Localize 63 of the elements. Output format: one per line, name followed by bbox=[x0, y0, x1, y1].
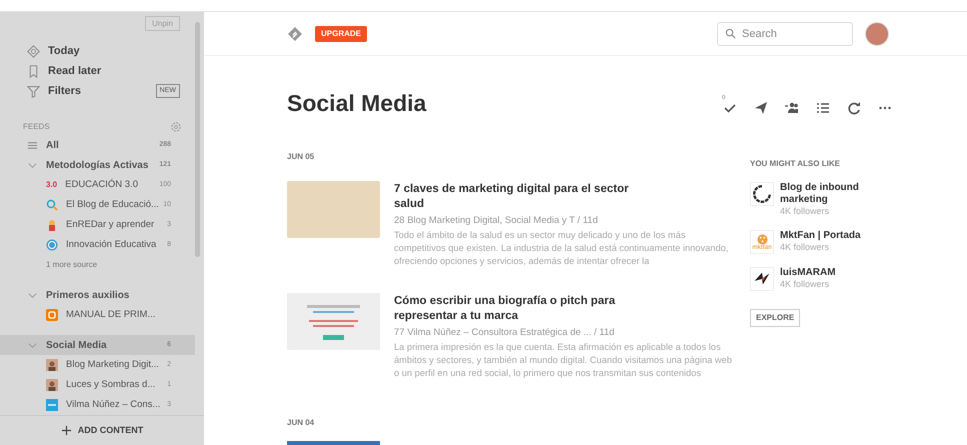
more-sources-link[interactable]: 1 more source bbox=[0, 255, 204, 275]
webpage-thumbnail[interactable] bbox=[287, 293, 380, 350]
source-name[interactable]: Blog Marketing Digital, Social Media y T bbox=[407, 215, 575, 226]
person-icon bbox=[46, 359, 58, 371]
refresh-icon[interactable] bbox=[847, 101, 861, 115]
ring-logo-icon[interactable] bbox=[750, 182, 774, 206]
settings-icon[interactable] bbox=[170, 121, 182, 133]
today-link[interactable]: Today bbox=[48, 42, 80, 60]
article-title[interactable]: Cómo escribir una biografía o pitch para representar a tu marca bbox=[394, 294, 639, 324]
filter-link[interactable]: Filters bbox=[48, 82, 82, 100]
avatar[interactable] bbox=[865, 22, 889, 46]
source-name[interactable]: Blog de inbound marketing bbox=[780, 182, 900, 206]
flower-icon bbox=[756, 234, 768, 245]
article-title[interactable]: 7 claves de marketing digital para el sector salud bbox=[394, 182, 639, 212]
source-link[interactable]: El Blog de Educació... bbox=[66, 198, 159, 212]
source-link[interactable]: Innovación Educativa bbox=[66, 238, 156, 252]
article-snippet: La primera impresión es la que cuenta. Esta afirmación es aplicable a todos los ámbitos y sectores, y también al mundo digital. Cuando visitamos una página web o un perfil en una red social, lo primero que nos transmitan sus contenidos bbox=[394, 341, 733, 380]
person-icon bbox=[46, 379, 58, 391]
list-icon[interactable] bbox=[816, 101, 830, 115]
explore-button[interactable]: EXPLORE bbox=[750, 309, 800, 327]
search-field[interactable]: Search bbox=[717, 22, 853, 46]
follower-count: 4K followers bbox=[780, 206, 830, 217]
send-icon[interactable] bbox=[754, 101, 768, 115]
plus-icon bbox=[60, 425, 72, 436]
source-link[interactable]: Vilma Núñez – Cons... bbox=[66, 398, 160, 412]
cartoon-icon bbox=[46, 219, 58, 231]
bookmark-link[interactable]: Read later bbox=[48, 62, 102, 80]
feed-logo-text: 3.0 bbox=[46, 179, 58, 191]
menu-icon bbox=[27, 140, 38, 150]
article-snippet: Todo el ámbito de la salud es un sector muy delicado y uno de los más competitivos que existen. La industria de la salud está continuamente innovando, ofreciendo opciones y servicios, además de intentar ofrecer la bbox=[394, 229, 730, 268]
source-link[interactable]: MANUAL DE PRIM... bbox=[66, 308, 156, 322]
bookmark-icon bbox=[27, 64, 40, 78]
engagement-count: 28 bbox=[394, 215, 405, 226]
source-link[interactable]: EDUCACIÓN 3.0 bbox=[65, 178, 138, 192]
follower-count: 4K followers bbox=[780, 242, 830, 253]
source-name[interactable]: Vilma Núñez – Consultora Estratégica de ... bbox=[407, 327, 592, 338]
date-heading: JUN 04 bbox=[287, 418, 316, 428]
blog-icon bbox=[46, 309, 58, 321]
source-link[interactable]: Blog Marketing Digit... bbox=[66, 358, 159, 372]
engagement-count: 77 bbox=[394, 327, 405, 338]
thumbnail-edge[interactable] bbox=[287, 441, 380, 445]
date-heading: JUN 05 bbox=[287, 152, 316, 162]
square-icon bbox=[46, 399, 58, 411]
feed-row[interactable]: Primeros auxilios bbox=[0, 285, 195, 305]
scrollbar[interactable] bbox=[195, 22, 200, 257]
feeds-heading: FEEDS bbox=[23, 121, 50, 133]
article-age: / 11d bbox=[594, 327, 614, 338]
source-name[interactable]: luisMARAM bbox=[780, 267, 900, 279]
article-age: / 11d bbox=[577, 215, 598, 226]
upgrade-button[interactable]: UPGRADE bbox=[315, 26, 368, 42]
source-link[interactable]: EnREDar y aprender bbox=[66, 218, 154, 232]
bolt-logo-icon[interactable] bbox=[750, 267, 774, 291]
page-title: Social Media bbox=[287, 89, 426, 117]
globe-icon bbox=[46, 239, 58, 251]
magnifier-icon bbox=[46, 199, 58, 211]
source-link[interactable]: Luces y Sombras d... bbox=[66, 378, 156, 392]
source-name[interactable]: MktFan | Portada bbox=[780, 230, 900, 242]
filter-icon bbox=[27, 84, 40, 98]
section-heading: YOU MIGHT ALSO LIKE bbox=[750, 159, 841, 169]
follower-count: 4K followers bbox=[780, 279, 830, 290]
people-icon[interactable] bbox=[785, 101, 799, 115]
logo-icon[interactable] bbox=[287, 26, 303, 42]
add-content-button[interactable]: ADD CONTENT bbox=[0, 415, 204, 445]
